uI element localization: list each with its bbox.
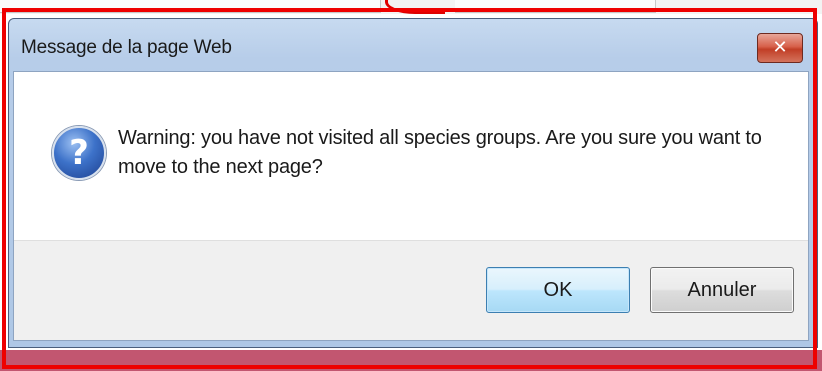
close-icon: ✕ <box>772 37 788 58</box>
close-button[interactable]: ✕ <box>757 33 803 63</box>
screen: Message de la page Web ✕ ? Warning: you … <box>0 0 822 371</box>
alert-dialog: Message de la page Web ✕ ? Warning: you … <box>8 18 818 348</box>
background-page-cell <box>140 0 381 13</box>
background-page-cell <box>455 0 656 13</box>
ok-button[interactable]: OK <box>486 267 630 313</box>
dialog-title: Message de la page Web <box>21 37 232 58</box>
dialog-message: Warning: you have not visited all specie… <box>118 127 762 178</box>
message-area: ? Warning: you have not visited all spec… <box>14 72 808 240</box>
background-page-content <box>0 350 822 371</box>
dialog-button-bar: OK Annuler <box>14 240 808 340</box>
background-page-cell <box>0 0 141 13</box>
cancel-button[interactable]: Annuler <box>650 267 794 313</box>
dialog-client-area: ? Warning: you have not visited all spec… <box>13 71 809 341</box>
question-icon: ? <box>52 126 106 180</box>
